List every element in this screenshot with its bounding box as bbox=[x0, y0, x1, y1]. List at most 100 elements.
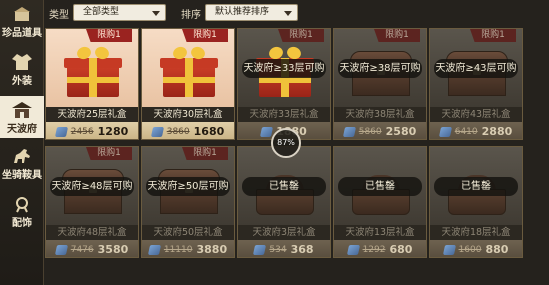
currency-icon bbox=[260, 126, 274, 137]
price-bar: 1600 880 bbox=[430, 240, 522, 257]
original-price: 1292 bbox=[362, 244, 386, 255]
card-title: 天波府33层礼盒 bbox=[238, 107, 330, 122]
treasure-icon bbox=[10, 5, 34, 23]
chevron-down-icon bbox=[284, 11, 292, 16]
currency-icon bbox=[54, 126, 68, 137]
currency-icon bbox=[253, 244, 267, 255]
sidebar-item-clothing[interactable]: 外装 bbox=[0, 48, 44, 90]
limit-badge: 限购1 bbox=[182, 29, 228, 42]
current-price: 368 bbox=[290, 243, 314, 256]
card-title: 天波府50层礼盒 bbox=[142, 225, 234, 240]
limit-badge: 限购1 bbox=[470, 29, 516, 42]
sidebar-item-label: 外装 bbox=[12, 76, 32, 87]
sidebar-item-treasure[interactable]: 珍品道具 bbox=[0, 0, 44, 42]
card-title: 天波府3层礼盒 bbox=[238, 225, 330, 240]
sidebar-item-accessory[interactable]: 配饰 bbox=[0, 190, 44, 232]
sort-dropdown[interactable]: 默认推荐排序 bbox=[205, 4, 298, 21]
limit-badge: 限购1 bbox=[86, 29, 132, 42]
currency-icon bbox=[438, 126, 452, 137]
limit-badge: 限购1 bbox=[182, 147, 228, 160]
product-card[interactable]: 限购1 天波府30层礼盒 3860 1680 bbox=[141, 28, 235, 140]
card-title: 天波府43层礼盒 bbox=[430, 107, 522, 122]
original-price: 6410 bbox=[454, 126, 478, 137]
current-price: 2880 bbox=[481, 125, 513, 138]
sold-out-label: 已售罄 bbox=[434, 177, 518, 196]
current-price: 1280 bbox=[97, 125, 129, 138]
sidebar-item-label: 配饰 bbox=[12, 218, 32, 229]
product-card[interactable]: 限购1 天波府≥50层可购 天波府50层礼盒 11110 3880 bbox=[141, 146, 235, 258]
product-card[interactable]: 已售罄 天波府3层礼盒 534 368 bbox=[237, 146, 331, 258]
gift-box-icon bbox=[64, 49, 122, 97]
original-price: 1600 bbox=[458, 244, 482, 255]
original-price: 3860 bbox=[166, 126, 190, 137]
currency-icon bbox=[346, 244, 360, 255]
card-title: 天波府13层礼盒 bbox=[334, 225, 426, 240]
requirement-label: 天波府≥43层可购 bbox=[434, 59, 518, 78]
current-price: 2580 bbox=[385, 125, 417, 138]
clothing-icon bbox=[10, 53, 34, 71]
requirement-label: 天波府≥50层可购 bbox=[146, 177, 230, 196]
limit-badge: 限购1 bbox=[86, 147, 132, 160]
price-bar: 3860 1680 bbox=[142, 122, 234, 139]
type-dropdown[interactable]: 全部类型 bbox=[73, 4, 166, 21]
product-card[interactable]: 限购1天波府≥33层可购天波府33层礼盒1880 bbox=[237, 28, 331, 140]
card-title: 天波府25层礼盒 bbox=[46, 107, 138, 122]
product-card[interactable]: 限购1 天波府25层礼盒 2456 1280 bbox=[45, 28, 139, 140]
sidebar-item-tianbo[interactable]: 天波府 bbox=[0, 96, 44, 138]
category-sidebar: 珍品道具 外装 天波府 坐骑鞍具 配饰 bbox=[0, 0, 44, 285]
original-price: 7476 bbox=[70, 244, 94, 255]
original-price: 2456 bbox=[70, 126, 94, 137]
type-filter-label: 类型 bbox=[49, 10, 69, 21]
sidebar-item-label: 珍品道具 bbox=[2, 28, 42, 39]
price-bar: 7476 3580 bbox=[46, 240, 138, 257]
price-bar: 11110 3880 bbox=[142, 240, 234, 257]
current-price: 3580 bbox=[97, 243, 129, 256]
price-bar: 1292 680 bbox=[334, 240, 426, 257]
currency-icon bbox=[342, 126, 356, 137]
card-title: 天波府18层礼盒 bbox=[430, 225, 522, 240]
current-price: 3880 bbox=[196, 243, 228, 256]
sidebar-item-label: 天波府 bbox=[7, 124, 37, 135]
chevron-down-icon bbox=[152, 11, 160, 16]
card-title: 天波府48层礼盒 bbox=[46, 225, 138, 240]
product-card[interactable]: 限购1 天波府≥43层可购 天波府43层礼盒 6410 2880 bbox=[429, 28, 523, 140]
price-bar: 534 368 bbox=[238, 240, 330, 257]
sort-dropdown-value: 默认推荐排序 bbox=[215, 7, 270, 17]
original-price: 534 bbox=[269, 244, 287, 255]
current-price: 680 bbox=[389, 243, 413, 256]
sold-out-label: 已售罄 bbox=[242, 177, 326, 196]
requirement-label: 天波府≥48层可购 bbox=[50, 177, 134, 196]
currency-icon bbox=[54, 244, 68, 255]
sort-filter-label: 排序 bbox=[181, 10, 201, 21]
product-card[interactable]: 已售罄 天波府18层礼盒 1600 880 bbox=[429, 146, 523, 258]
limit-badge: 限购1 bbox=[374, 29, 420, 42]
sidebar-item-label: 坐骑鞍具 bbox=[2, 170, 42, 181]
loading-progress: 87% bbox=[271, 128, 301, 158]
price-bar: 6410 2880 bbox=[430, 122, 522, 139]
product-card[interactable]: 已售罄 天波府13层礼盒 1292 680 bbox=[333, 146, 427, 258]
current-price: 1680 bbox=[193, 125, 225, 138]
price-bar: 5860 2580 bbox=[334, 122, 426, 139]
sold-out-label: 已售罄 bbox=[338, 177, 422, 196]
horse-icon bbox=[10, 147, 34, 165]
price-bar: 2456 1280 bbox=[46, 122, 138, 139]
currency-icon bbox=[442, 244, 456, 255]
product-card[interactable]: 限购1 天波府≥38层可购 天波府38层礼盒 5860 2580 bbox=[333, 28, 427, 140]
type-dropdown-value: 全部类型 bbox=[83, 7, 120, 17]
progress-label: 87% bbox=[277, 138, 295, 147]
currency-icon bbox=[150, 126, 164, 137]
card-title: 天波府38层礼盒 bbox=[334, 107, 426, 122]
sidebar-item-mount[interactable]: 坐骑鞍具 bbox=[0, 142, 44, 184]
original-price: 11110 bbox=[163, 244, 193, 255]
mansion-icon bbox=[10, 101, 34, 119]
currency-icon bbox=[147, 244, 161, 255]
original-price: 5860 bbox=[358, 126, 382, 137]
product-card[interactable]: 限购1 天波府≥48层可购 天波府48层礼盒 7476 3580 bbox=[45, 146, 139, 258]
card-title: 天波府30层礼盒 bbox=[142, 107, 234, 122]
requirement-label: 天波府≥33层可购 bbox=[242, 59, 326, 78]
gift-box-icon bbox=[160, 49, 218, 97]
requirement-label: 天波府≥38层可购 bbox=[338, 59, 422, 78]
limit-badge: 限购1 bbox=[278, 29, 324, 42]
current-price: 880 bbox=[485, 243, 509, 256]
accessory-icon bbox=[10, 195, 34, 213]
